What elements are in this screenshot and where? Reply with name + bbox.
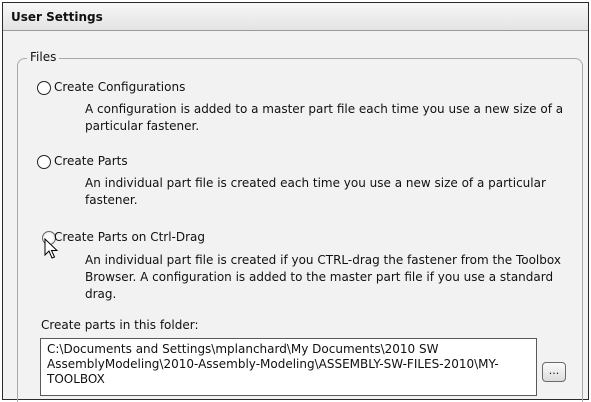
option-label[interactable]: Create Configurations bbox=[54, 80, 185, 94]
radio-button-icon[interactable] bbox=[37, 81, 51, 95]
option-label[interactable]: Create Parts on Ctrl-Drag bbox=[54, 230, 205, 244]
option-description: An individual part file is created each … bbox=[85, 176, 546, 207]
mouse-pointer-icon bbox=[44, 238, 59, 259]
files-group-legend: Files bbox=[27, 50, 60, 64]
folder-label: Create parts in this folder: bbox=[41, 318, 199, 332]
option-description: A configuration is added to a master par… bbox=[85, 102, 564, 133]
panel-title: User Settings bbox=[11, 10, 103, 24]
browse-button[interactable]: ... bbox=[542, 362, 566, 382]
panel-header: User Settings bbox=[3, 3, 588, 31]
option-label[interactable]: Create Parts bbox=[54, 154, 128, 168]
folder-path-field[interactable]: C:\Documents and Settings\mplanchard\My … bbox=[40, 338, 537, 396]
radio-button-icon[interactable] bbox=[37, 155, 51, 169]
option-description: An individual part file is created if yo… bbox=[85, 253, 561, 301]
